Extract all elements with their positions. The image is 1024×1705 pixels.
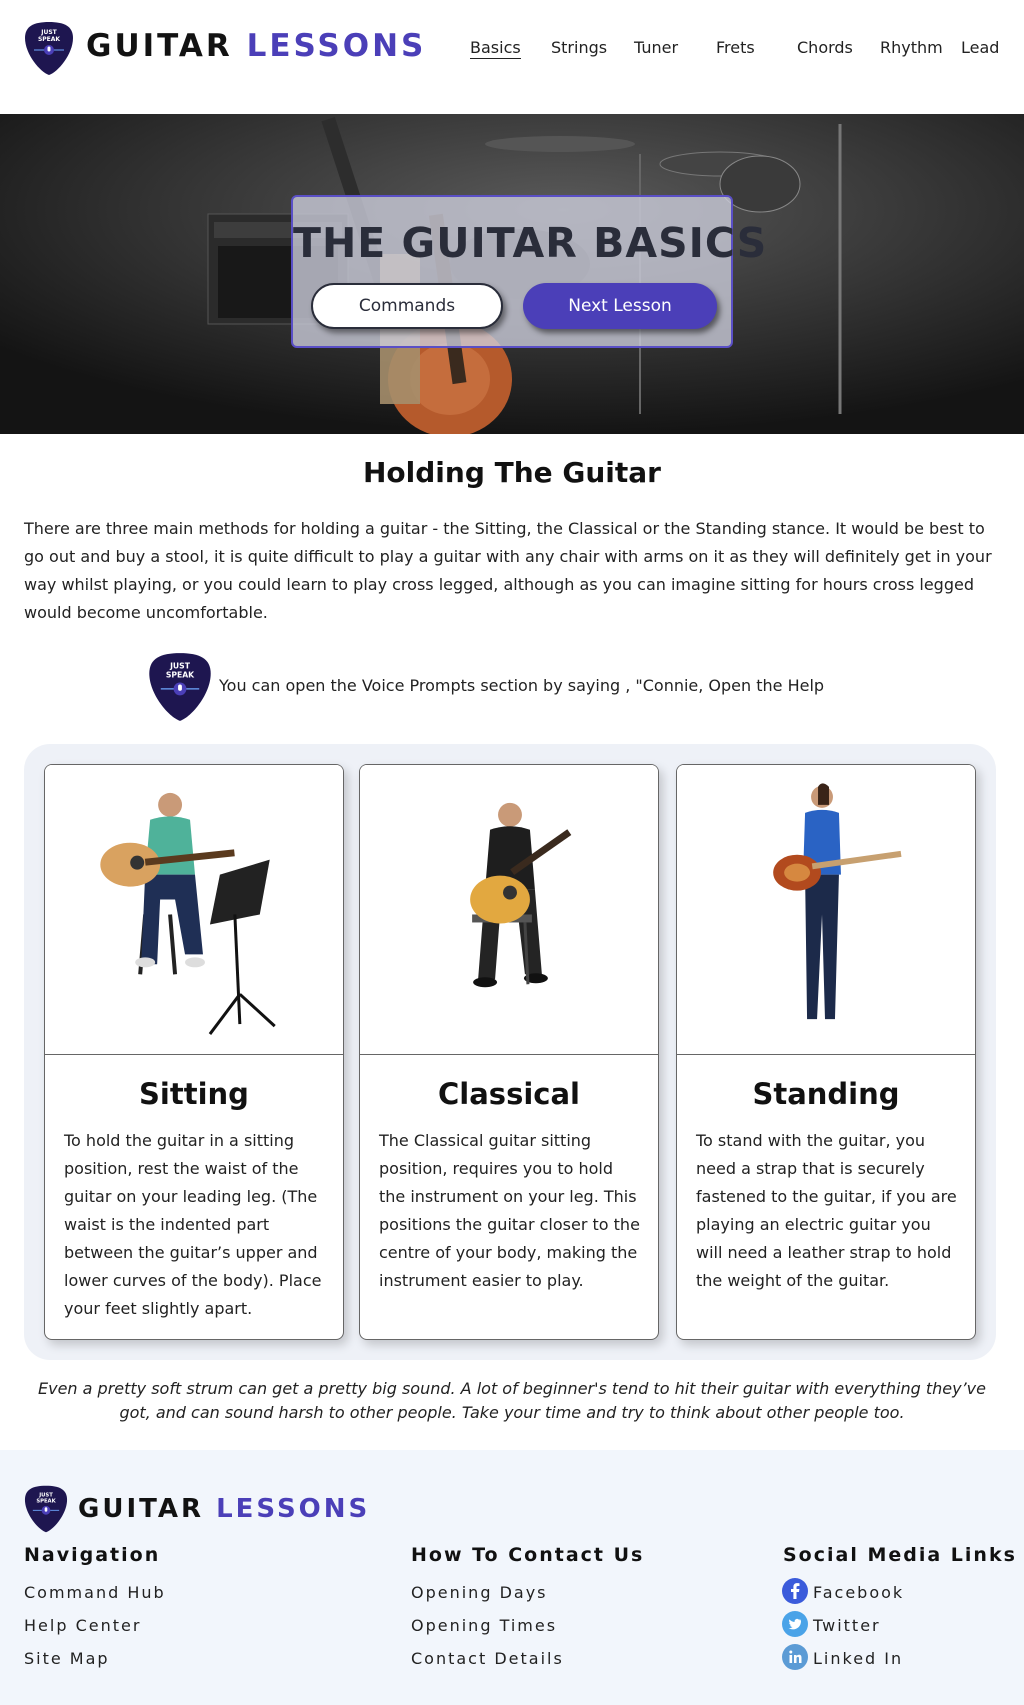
footer-contact-heading: How To Contact Us [411, 1544, 645, 1566]
sitting-photo [45, 765, 343, 1055]
classical-photo [360, 765, 658, 1055]
footer-link-facebook[interactable]: Facebook [813, 1583, 904, 1602]
nav-basics[interactable]: Basics [470, 38, 521, 59]
section-title: Holding The Guitar [362, 456, 661, 489]
footer-link-help-center[interactable]: Help Center [24, 1616, 141, 1635]
footer-logo-icon[interactable]: JUST SPEAK [24, 1484, 68, 1534]
footer-link-command-hub[interactable]: Command Hub [24, 1583, 166, 1602]
just-speak-voice-icon[interactable]: JUST SPEAK [148, 650, 212, 724]
card-title-classical: Classical [438, 1077, 580, 1111]
twitter-icon[interactable] [782, 1611, 808, 1637]
footer-link-opening-days[interactable]: Opening Days [411, 1583, 548, 1602]
card-body-sitting: To hold the guitar in a sitting position… [64, 1131, 322, 1318]
next-lesson-button[interactable]: Next Lesson [523, 283, 717, 329]
nav-strings[interactable]: Strings [551, 38, 607, 57]
svg-text:SPEAK: SPEAK [166, 670, 195, 679]
hero-title: THE GUITAR BASICS [293, 219, 768, 267]
site-footer: JUST SPEAK GUITAR LESSONS Navigation Com… [0, 1450, 1024, 1705]
card-standing: Standing To stand with the guitar, you n… [676, 764, 976, 1340]
just-speak-logo-icon[interactable]: JUST SPEAK [24, 20, 74, 77]
svg-text:JUST: JUST [40, 29, 57, 36]
intro-paragraph: There are three main methods for holding… [24, 519, 992, 622]
hero-card: THE GUITAR BASICS Commands Next Lesson [291, 195, 768, 348]
voice-tip-text: You can open the Voice Prompts section b… [219, 676, 825, 695]
footer-link-site-map[interactable]: Site Map [24, 1649, 110, 1668]
footer-link-contact-details[interactable]: Contact Details [411, 1649, 564, 1668]
svg-text:SPEAK: SPEAK [36, 1498, 56, 1504]
svg-text:SPEAK: SPEAK [38, 36, 60, 43]
hero-banner: THE GUITAR BASICS Commands Next Lesson [0, 114, 1024, 434]
site-header: JUST SPEAK GUITAR LESSONS Basics Strings… [0, 0, 1024, 114]
card-classical: Classical The Classical guitar sitting p… [359, 764, 659, 1340]
facebook-icon[interactable] [782, 1578, 808, 1604]
nav-tuner[interactable]: Tuner [634, 38, 678, 57]
footer-nav-heading: Navigation [24, 1544, 161, 1566]
tip-quote: Even a pretty soft strum can get a prett… [38, 1379, 986, 1422]
standing-photo [677, 765, 975, 1055]
footer-brand[interactable]: GUITAR LESSONS [78, 1494, 370, 1524]
card-title-sitting: Sitting [139, 1077, 249, 1111]
card-body-classical: The Classical guitar sitting position, r… [379, 1131, 640, 1290]
card-body-standing: To stand with the guitar, you need a str… [696, 1131, 957, 1290]
card-title-standing: Standing [752, 1077, 900, 1111]
linkedin-icon[interactable] [782, 1644, 808, 1670]
nav-lead[interactable]: Lead [961, 38, 999, 57]
svg-text:JUST: JUST [169, 661, 191, 670]
nav-frets[interactable]: Frets [716, 38, 755, 57]
footer-social-heading: Social Media Links [783, 1544, 1017, 1566]
svg-text:JUST: JUST [38, 1492, 53, 1498]
brand-title[interactable]: GUITAR LESSONS [86, 28, 426, 64]
footer-link-twitter[interactable]: Twitter [813, 1616, 881, 1635]
nav-chords[interactable]: Chords [797, 38, 853, 57]
footer-link-linkedin[interactable]: Linked In [813, 1649, 903, 1668]
commands-button[interactable]: Commands [311, 283, 503, 329]
footer-link-opening-times[interactable]: Opening Times [411, 1616, 557, 1635]
card-sitting: Sitting To hold the guitar in a sitting … [44, 764, 344, 1340]
nav-rhythm[interactable]: Rhythm [880, 38, 943, 57]
